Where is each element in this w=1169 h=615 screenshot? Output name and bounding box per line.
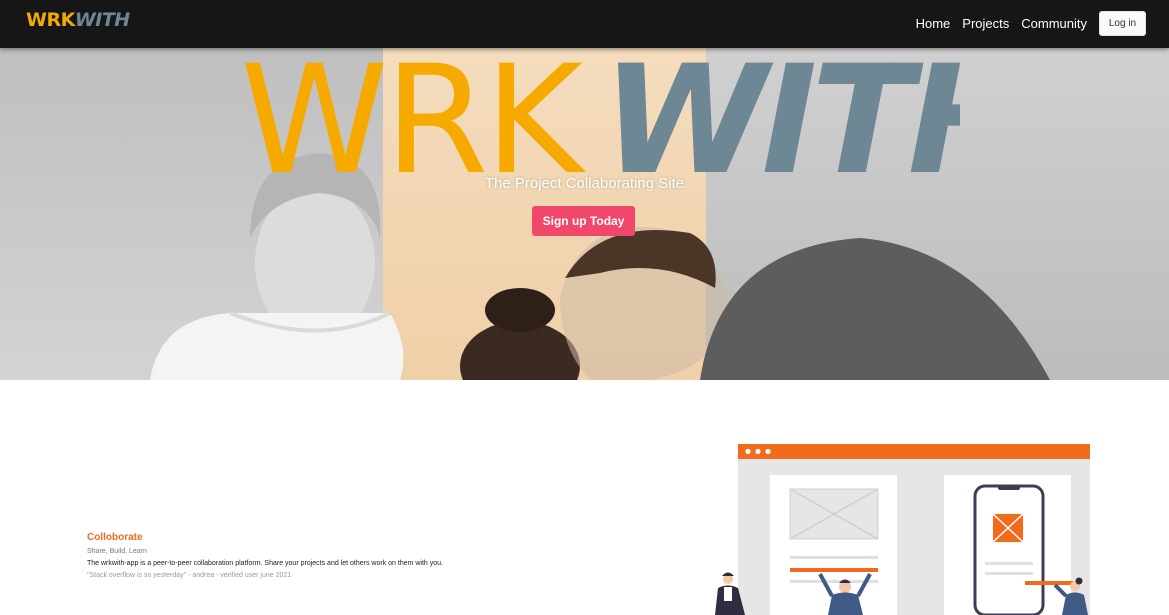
hero-logo-part2: WITH (602, 54, 960, 186)
brand-logo[interactable]: WRKWITH (26, 9, 130, 31)
hero-wrkwith-logo: WRK WITH (240, 54, 960, 186)
hero-tagline: The Project Collaborating Site (484, 175, 685, 192)
signup-button[interactable]: Sign up Today (532, 206, 635, 236)
nav-link-home[interactable]: Home (916, 16, 951, 31)
feature-description: The wrkwith-app is a peer-to-peer collab… (87, 560, 444, 567)
brand-logo-part2: WITH (74, 9, 130, 31)
feature-title: Colloborate (87, 532, 143, 543)
login-button[interactable]: Log in (1099, 11, 1146, 36)
feature-section: Colloborate Share, Build, Learn The wrkw… (87, 532, 607, 579)
hero-logo-part1: WRK (240, 54, 587, 186)
feature-quote: "Stack overflow is so yesterday" - andre… (87, 572, 292, 579)
nav-links: Home Projects Community (916, 16, 1087, 31)
brand-logo-part1: WRK (26, 9, 75, 31)
nav-link-community[interactable]: Community (1021, 16, 1087, 31)
collaboration-illustration (715, 444, 1090, 615)
hero-banner: WRK WITH The Project Collaborating Site … (0, 48, 1169, 380)
nav-link-projects[interactable]: Projects (962, 16, 1009, 31)
navbar: WRKWITH Home Projects Community Log in (0, 0, 1169, 48)
feature-subtitle: Share, Build, Learn (87, 548, 147, 555)
